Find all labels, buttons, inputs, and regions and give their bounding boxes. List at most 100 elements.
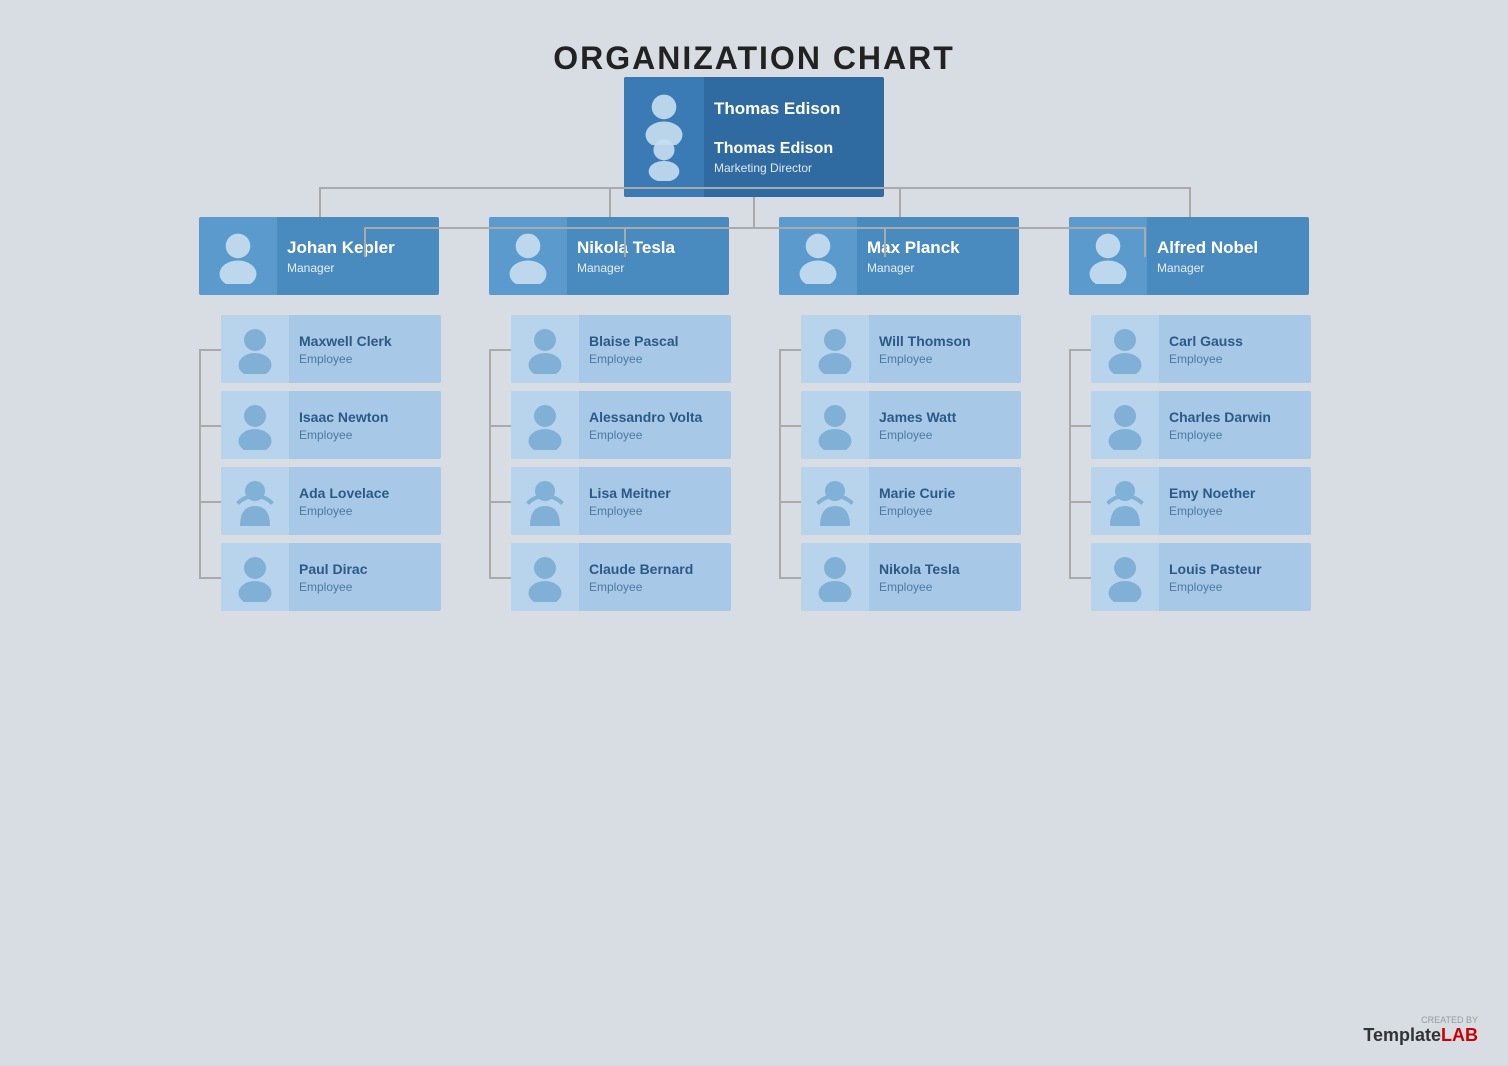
employee-node: Charles Darwin Employee — [1091, 391, 1311, 459]
employee-avatar — [1091, 467, 1159, 535]
employee-section-0: Maxwell ClerkEmployee Isaac NewtonEmploy… — [199, 315, 439, 611]
employee-item: Maxwell ClerkEmployee — [221, 315, 439, 383]
manager-role: Manager — [867, 261, 1009, 275]
employee-avatar — [511, 467, 579, 535]
employee-item: Isaac NewtonEmployee — [221, 391, 439, 459]
employee-avatar — [221, 543, 289, 611]
employee-node: Ada LovelaceEmployee — [221, 467, 441, 535]
employee-info: Nikola Tesla Employee — [869, 556, 1021, 598]
employee-role: Employee — [589, 580, 721, 594]
employee-item: Emy NoetherEmployee — [1091, 467, 1309, 535]
manager-role: Manager — [577, 261, 719, 275]
employee-node: James Watt Employee — [801, 391, 1021, 459]
manager-column-0: Johan KeplerManager Maxwell ClerkEmploye… — [199, 217, 439, 611]
employee-role: Employee — [879, 352, 1011, 366]
employee-node: Isaac NewtonEmployee — [221, 391, 441, 459]
employee-node: Emy NoetherEmployee — [1091, 467, 1311, 535]
employee-role: Employee — [879, 504, 1011, 518]
employee-name: Blaise Pascal — [589, 332, 721, 350]
watermark-brand: TemplateLAB — [1363, 1025, 1478, 1045]
employee-name: Paul Dirac — [299, 560, 431, 578]
employee-info: Charles Darwin Employee — [1159, 404, 1311, 446]
page-title: ORGANIZATION CHART — [553, 40, 955, 77]
employee-info: Blaise Pascal Employee — [579, 328, 731, 370]
employee-info: Carl GaussEmployee — [1159, 328, 1311, 370]
manager-column-1: Nikola TeslaManager Blaise PascalEmploye… — [489, 217, 729, 611]
employee-avatar — [221, 391, 289, 459]
employee-info: Lisa MeitnerEmployee — [579, 480, 731, 522]
employee-avatar — [511, 391, 579, 459]
employee-role: Employee — [299, 580, 431, 594]
managers-row: Johan KeplerManager Maxwell ClerkEmploye… — [199, 217, 1309, 611]
manager-role: Manager — [1157, 261, 1299, 275]
employee-avatar — [511, 543, 579, 611]
employee-avatar — [1091, 391, 1159, 459]
manager-avatar — [779, 217, 857, 295]
employee-name: Carl Gauss — [1169, 332, 1301, 350]
employee-name: Emy Noether — [1169, 484, 1301, 502]
employee-section-3: Carl GaussEmployee Charles Darwin Employe… — [1069, 315, 1309, 611]
employee-name: Will Thomson — [879, 332, 1011, 350]
employee-name: Maxwell Clerk — [299, 332, 431, 350]
employee-name: Charles Darwin — [1169, 408, 1301, 426]
employee-info: Paul Dirac Employee — [289, 556, 441, 598]
top-name: Thomas Edison — [714, 139, 874, 160]
manager-avatar — [199, 217, 277, 295]
employee-role: Employee — [589, 352, 721, 366]
employee-name: Nikola Tesla — [879, 560, 1011, 578]
employee-avatar — [221, 467, 289, 535]
employee-section-1: Blaise Pascal Employee Alessandro Volta Em… — [489, 315, 729, 611]
manager-column-3: Alfred NobelManager Carl GaussEmployee C… — [1069, 217, 1309, 611]
employee-name: Lisa Meitner — [589, 484, 721, 502]
employee-name: James Watt — [879, 408, 1011, 426]
employee-name: Alessandro Volta — [589, 408, 721, 426]
employee-info: Alessandro Volta Employee — [579, 404, 731, 446]
manager-column-2: Max PlanckManager Will ThomsonEmployee J… — [779, 217, 1019, 611]
employee-node: Lisa MeitnerEmployee — [511, 467, 731, 535]
manager-avatar — [489, 217, 567, 295]
employee-name: Marie Curie — [879, 484, 1011, 502]
employee-avatar — [801, 543, 869, 611]
employee-avatar — [221, 315, 289, 383]
top-info: Thomas Edison Marketing Director — [704, 135, 884, 180]
watermark-created-by: CREATED BY — [1363, 1015, 1478, 1025]
employee-item: Alessandro Volta Employee — [511, 391, 729, 459]
employee-item: Marie Curie Employee — [801, 467, 1019, 535]
employee-role: Employee — [589, 428, 721, 442]
employee-name: Louis Pasteur — [1169, 560, 1301, 578]
employee-info: Louis PasteurEmployee — [1159, 556, 1311, 598]
top-role: Marketing Director — [714, 161, 874, 175]
manager-avatar — [1069, 217, 1147, 295]
employee-role: Employee — [1169, 428, 1301, 442]
employee-node: Will Thomson Employee — [801, 315, 1021, 383]
watermark: CREATED BY TemplateLAB — [1363, 1015, 1478, 1046]
employee-role: Employee — [879, 428, 1011, 442]
employee-item: Ada LovelaceEmployee — [221, 467, 439, 535]
employee-node: Maxwell ClerkEmployee — [221, 315, 441, 383]
employee-info: Emy NoetherEmployee — [1159, 480, 1311, 522]
employee-node: Marie Curie Employee — [801, 467, 1021, 535]
employee-item: Nikola Tesla Employee — [801, 543, 1019, 611]
employee-info: Will Thomson Employee — [869, 328, 1021, 370]
employee-avatar — [801, 391, 869, 459]
employee-name: Claude Bernard — [589, 560, 721, 578]
employee-item: Louis PasteurEmployee — [1091, 543, 1309, 611]
employee-item: Lisa MeitnerEmployee — [511, 467, 729, 535]
employee-item: Blaise Pascal Employee — [511, 315, 729, 383]
employee-info: Maxwell ClerkEmployee — [289, 328, 441, 370]
employee-role: Employee — [879, 580, 1011, 594]
employee-info: Ada LovelaceEmployee — [289, 480, 441, 522]
watermark-lab: LAB — [1441, 1025, 1478, 1045]
manager-role: Manager — [287, 261, 429, 275]
employee-avatar — [801, 315, 869, 383]
employee-role: Employee — [299, 504, 431, 518]
employee-node: Nikola Tesla Employee — [801, 543, 1021, 611]
employee-item: Will Thomson Employee — [801, 315, 1019, 383]
employee-info: James Watt Employee — [869, 404, 1021, 446]
employee-item: Charles Darwin Employee — [1091, 391, 1309, 459]
employee-item: Claude Bernard Employee — [511, 543, 729, 611]
employee-avatar — [801, 467, 869, 535]
employee-section-2: Will ThomsonEmployee James WattEmployee … — [779, 315, 1019, 611]
employee-role: Employee — [299, 428, 431, 442]
employee-node: Louis PasteurEmployee — [1091, 543, 1311, 611]
